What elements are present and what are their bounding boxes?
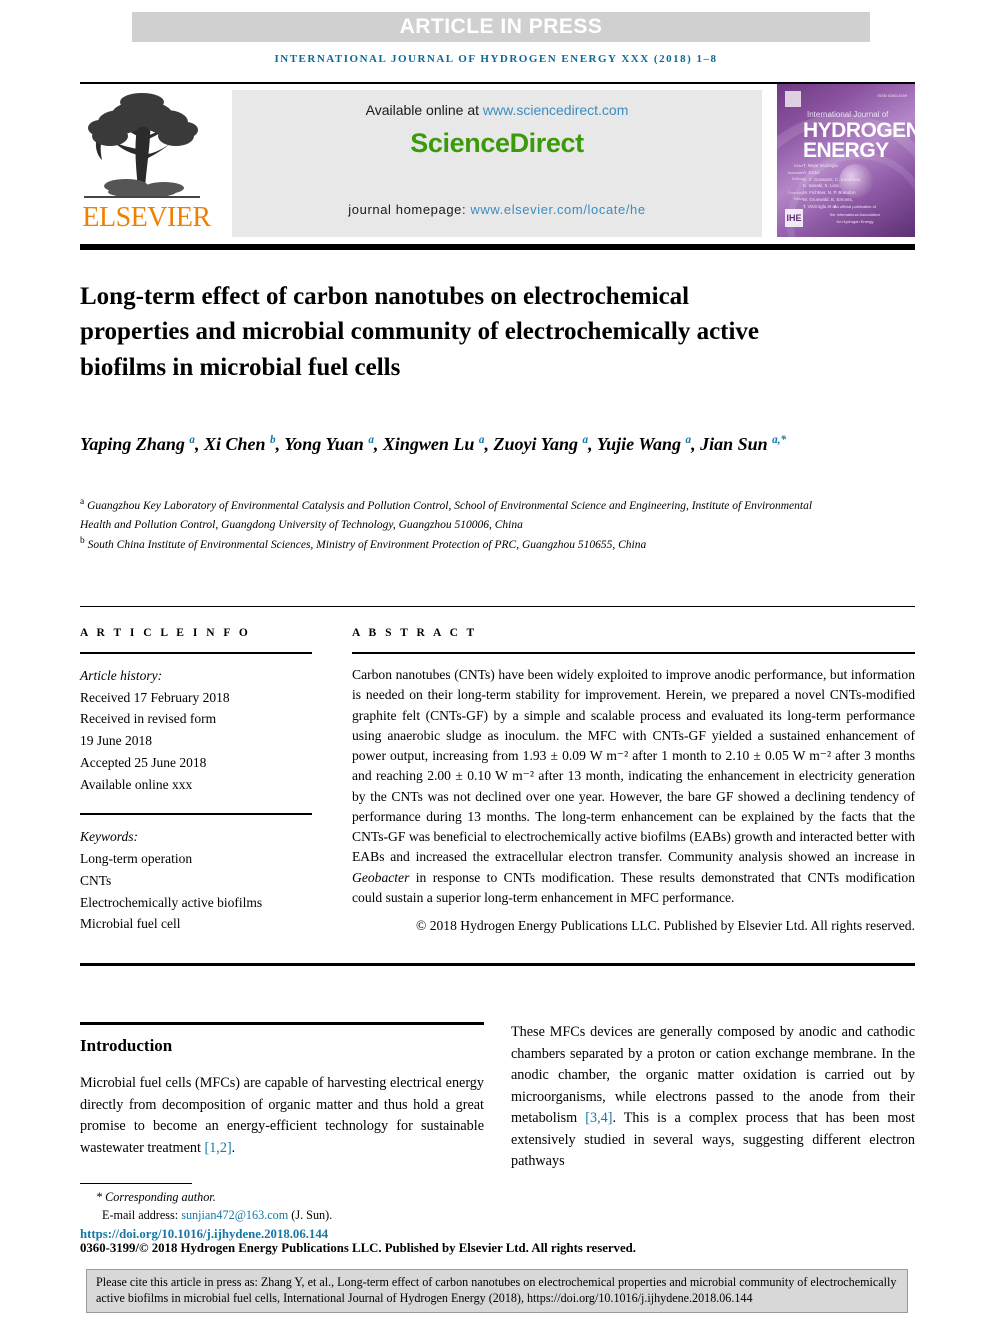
- article-in-press-banner: ARTICLE IN PRESS: [132, 12, 870, 42]
- journal-homepage-prefix: journal homepage:: [348, 202, 471, 217]
- cover-title-line2: ENERGY: [803, 139, 889, 162]
- author-name: Yaping Zhang: [80, 434, 190, 454]
- available-online-prefix: Available online at: [365, 102, 483, 118]
- author-affiliation-mark: a: [582, 434, 589, 446]
- keyword-item: Long-term operation: [80, 851, 193, 867]
- abstract-column: A B S T R A C T Carbon nanotubes (CNTs) …: [352, 627, 915, 936]
- article-in-press-label: ARTICLE IN PRESS: [399, 15, 603, 38]
- author-name: Yong Yuan: [284, 434, 369, 454]
- article-info-rule: [80, 652, 312, 654]
- affiliation-item: a Guangzhou Key Laboratory of Environmen…: [80, 495, 840, 534]
- doi-link[interactable]: https://doi.org/10.1016/j.ijhydene.2018.…: [80, 1227, 328, 1242]
- abstract-rule: [352, 652, 915, 654]
- article-history-item: Received 17 February 2018: [80, 689, 230, 705]
- page-title: Long-term effect of carbon nanotubes on …: [80, 282, 760, 381]
- author-name: Xi Chen: [203, 434, 270, 454]
- email-label: E-mail address:: [102, 1208, 182, 1223]
- journal-running-head: INTERNATIONAL JOURNAL OF HYDROGEN ENERGY…: [274, 53, 718, 65]
- author-affiliation-mark: b: [269, 434, 276, 446]
- footnote-block: * Corresponding author. E-mail address: …: [80, 1188, 510, 1224]
- email-link[interactable]: sunjian472@163.com: [181, 1208, 288, 1222]
- journal-masthead: ELSEVIER Available online at www.science…: [80, 82, 915, 237]
- cover-iahe-logo-icon: IHE: [785, 209, 803, 227]
- body-left-pre: Microbial fuel cells (MFCs) are capable …: [80, 1075, 484, 1156]
- author-affiliation-mark: a: [478, 434, 485, 446]
- keywords-label: Keywords:: [80, 829, 138, 845]
- article-history-label: Article history:: [80, 668, 163, 683]
- keyword-item: Electrochemically active biofilms: [80, 894, 263, 910]
- citation-notice-text: Please cite this article in press as: Zh…: [96, 1275, 897, 1305]
- affiliation-item: b South China Institute of Environmental…: [80, 534, 840, 555]
- abstract-copyright: © 2018 Hydrogen Energy Publications LLC.…: [415, 918, 915, 933]
- introduction-heading: Introduction: [80, 1036, 173, 1055]
- article-history-item: 19 June 2018: [80, 733, 152, 749]
- citation-reference[interactable]: [1,2]: [204, 1140, 231, 1156]
- cover-title-line1: HYDROGEN: [803, 119, 915, 142]
- abstract-heading: A B S T R A C T: [352, 627, 478, 639]
- email-line: E-mail address: sunjian472@163.com (J. S…: [80, 1206, 510, 1224]
- author-list: Yaping Zhang a, Xi Chen b, Yong Yuan a, …: [80, 434, 787, 454]
- abstract-section-top-rule: [80, 606, 915, 607]
- corresponding-author-label: Corresponding author.: [105, 1190, 216, 1204]
- corresponding-author-note: * Corresponding author.: [80, 1188, 510, 1206]
- body-left-post: .: [231, 1139, 236, 1156]
- cover-logo-mark-icon: [785, 91, 801, 107]
- author-affiliation-mark: a: [685, 434, 692, 446]
- journal-homepage-link[interactable]: www.elsevier.com/locate/he: [470, 202, 645, 217]
- abstract-part2: in response to CNTs modification. These …: [352, 869, 915, 905]
- elsevier-tree-icon: [80, 88, 204, 206]
- keyword-item: Microbial fuel cell: [80, 916, 181, 932]
- body-paragraph: These MFCs devices are generally compose…: [511, 1022, 915, 1173]
- body-paragraph: Microbial fuel cells (MFCs) are capable …: [80, 1073, 484, 1159]
- cover-editor-labels: Editor Associate Editors Founding Editor: [787, 164, 803, 202]
- sciencedirect-wordmark: ScienceDirect: [410, 128, 584, 158]
- author-name: Zuoyi Yang: [493, 434, 583, 454]
- issn-copyright-line: 0360-3199/© 2018 Hydrogen Energy Publica…: [80, 1241, 636, 1255]
- elsevier-wordmark: ELSEVIER: [82, 202, 211, 233]
- journal-homepage-line: journal homepage: www.elsevier.com/locat…: [232, 202, 762, 217]
- article-info-heading: A R T I C L E I N F O: [80, 627, 251, 639]
- author-affiliation-mark: a,*: [772, 434, 787, 446]
- article-history-item: Accepted 25 June 2018: [80, 754, 207, 770]
- abstract-text: Carbon nanotubes (CNTs) have been widely…: [352, 665, 915, 908]
- available-online-line: Available online at www.sciencedirect.co…: [232, 102, 762, 118]
- author-affiliation-mark: a: [189, 434, 195, 446]
- cover-issn-code: ISSN 0360-3199: [877, 93, 907, 98]
- affiliation-text: South China Institute of Environmental S…: [84, 539, 647, 552]
- elsevier-logo: ELSEVIER: [80, 88, 213, 238]
- abstract-italic-term: Geobacter: [352, 869, 410, 885]
- citation-notice-box: Please cite this article in press as: Zh…: [86, 1269, 908, 1313]
- keyword-item: CNTs: [80, 872, 112, 888]
- introduction-top-rule: [80, 1022, 484, 1025]
- keywords-block: Keywords: Long-term operation CNTs Elect…: [80, 826, 312, 935]
- article-history-block: Article history: Received 17 February 20…: [80, 665, 312, 795]
- cover-kicker: International Journal of: [807, 110, 889, 119]
- cover-footer-text: An official publication of the Internati…: [829, 204, 881, 224]
- sciencedirect-panel: Available online at www.sciencedirect.co…: [232, 90, 762, 237]
- article-history-item: Available online xxx: [80, 776, 193, 792]
- article-history-item: Received in revised form: [80, 711, 217, 727]
- article-info-column: A R T I C L E I N F O Article history: R…: [80, 627, 312, 935]
- affiliation-text: Guangzhou Key Laboratory of Environmenta…: [80, 499, 813, 531]
- author-name: Jian Sun: [700, 434, 773, 454]
- author-name: Yujie Wang: [596, 434, 686, 454]
- article-first-page: ARTICLE IN PRESS INTERNATIONAL JOURNAL O…: [0, 0, 992, 1323]
- abstract-bottom-rule: [80, 963, 915, 966]
- author-name: Xingwen Lu: [382, 434, 479, 454]
- body-column-right: These MFCs devices are generally compose…: [511, 1022, 915, 1173]
- masthead-bottom-rule: [80, 244, 915, 250]
- author-affiliation-mark: a: [368, 434, 374, 446]
- affiliation-list: a Guangzhou Key Laboratory of Environmen…: [80, 495, 840, 555]
- keywords-rule: [80, 813, 312, 816]
- corresponding-author-mark: *: [96, 1190, 103, 1204]
- journal-cover-thumbnail: ISSN 0360-3199 International Journal of …: [777, 84, 915, 237]
- footnote-rule: [80, 1183, 192, 1184]
- body-column-left: Microbial fuel cells (MFCs) are capable …: [80, 1073, 484, 1159]
- abstract-part1: Carbon nanotubes (CNTs) have been widely…: [352, 667, 915, 865]
- sciencedirect-link[interactable]: www.sciencedirect.com: [483, 102, 629, 118]
- email-suffix: (J. Sun).: [288, 1208, 333, 1223]
- citation-reference[interactable]: [3,4]: [585, 1110, 612, 1126]
